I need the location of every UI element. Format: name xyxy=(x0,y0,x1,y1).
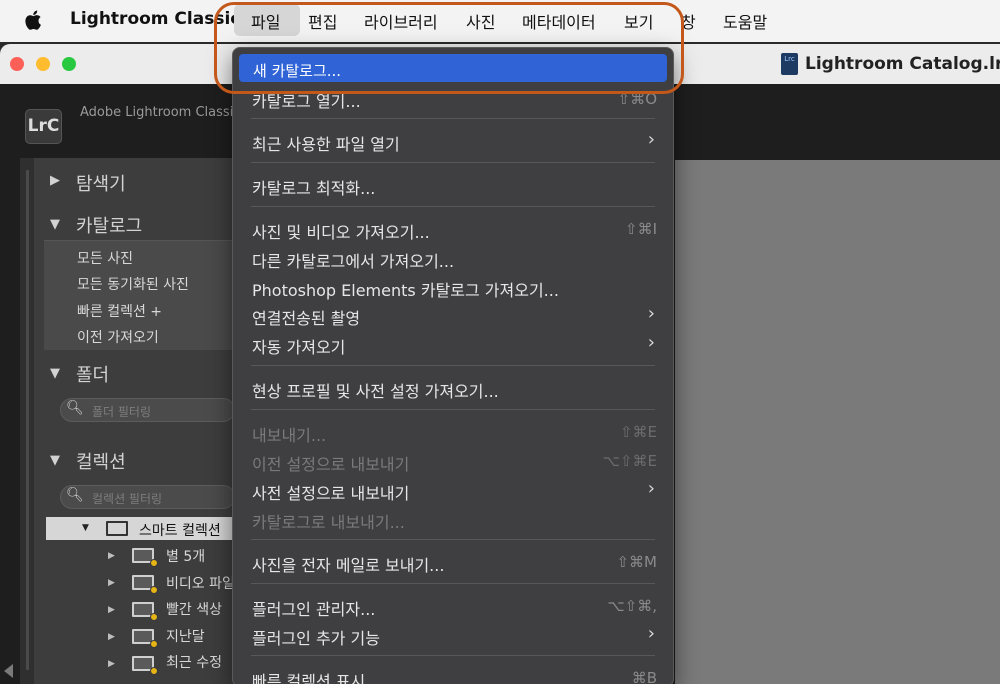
import-shortcut: ⇧⌘I xyxy=(625,220,657,238)
folders-header[interactable]: 폴더 xyxy=(76,361,109,387)
top-panel xyxy=(675,84,1000,160)
navigator-header[interactable]: 탐색기 xyxy=(76,170,126,196)
annotation-highlight xyxy=(214,2,684,94)
menu-plugin-manager[interactable]: 플러그인 관리자... xyxy=(252,596,375,620)
disclosure-icon[interactable]: ▶ xyxy=(108,632,115,642)
menu-separator xyxy=(251,655,655,656)
disclosure-icon[interactable]: ▶ xyxy=(108,605,115,615)
chevron-right-icon: › xyxy=(647,623,655,644)
smart-collection-icon xyxy=(132,575,158,594)
menu-auto-import[interactable]: 자동 가져오기 xyxy=(252,334,345,358)
catalog-collapse-icon[interactable]: ▼ xyxy=(50,217,60,232)
smart-collection-icon xyxy=(132,548,158,567)
menu-separator xyxy=(251,206,655,207)
smart-item-red-label[interactable]: 빨간 색상 xyxy=(166,599,222,619)
show-quick-shortcut: ⌘B xyxy=(631,669,657,684)
menu-import-photos[interactable]: 사진 및 비디오 가져오기... xyxy=(252,219,430,243)
gear-icon xyxy=(150,559,158,567)
lrc-logo: LrC xyxy=(25,109,62,144)
gear-icon xyxy=(150,586,158,594)
menu-export-as-catalog[interactable]: 카탈로그로 내보내기... xyxy=(252,509,405,533)
export-previous-shortcut: ⌥⇧⌘E xyxy=(602,452,657,470)
search-icon: 🔍︎ xyxy=(66,400,84,416)
collections-collapse-icon[interactable]: ▼ xyxy=(50,453,60,468)
menu-export[interactable]: 내보내기... xyxy=(252,422,326,446)
smart-item-past-month[interactable]: 지난달 xyxy=(166,626,205,646)
smart-collection-disclosure-icon[interactable]: ▼ xyxy=(82,523,89,533)
gear-icon xyxy=(150,640,158,648)
menu-export-with-preset[interactable]: 사전 설정으로 내보내기 xyxy=(252,480,409,504)
menu-import-profiles[interactable]: 현상 프로필 및 사전 설정 가져오기... xyxy=(252,378,499,402)
menu-separator xyxy=(251,162,655,163)
folders-collapse-icon[interactable]: ▼ xyxy=(50,366,60,381)
collections-search-placeholder: 컬렉션 필터링 xyxy=(92,492,163,506)
catalog-item-quick-collection[interactable]: 빠른 컬렉션 + xyxy=(77,301,162,321)
menu-import-from-catalog[interactable]: 다른 카탈로그에서 가져오기... xyxy=(252,248,454,272)
window-title: Lightroom Catalog.lrca xyxy=(805,54,1000,74)
menu-separator xyxy=(251,409,655,410)
navigator-expand-icon[interactable]: ▶ xyxy=(50,173,60,188)
smart-item-video-files[interactable]: 비디오 파일 xyxy=(166,573,235,593)
menu-separator xyxy=(251,583,655,584)
chevron-right-icon: › xyxy=(647,478,655,499)
app-title: Adobe Lightroom Classic xyxy=(80,105,241,120)
apple-icon[interactable] xyxy=(24,9,44,31)
plugin-manager-shortcut: ⌥⇧⌘, xyxy=(607,597,657,615)
catalog-item-previous-import[interactable]: 이전 가져오기 xyxy=(77,327,159,347)
collections-header[interactable]: 컬렉션 xyxy=(76,448,126,474)
menu-separator xyxy=(251,365,655,366)
menu-optimize-catalog[interactable]: 카탈로그 최적화... xyxy=(252,175,375,199)
catalog-header[interactable]: 카탈로그 xyxy=(76,212,142,238)
email-shortcut: ⇧⌘M xyxy=(616,553,657,571)
collection-set-icon xyxy=(106,521,128,536)
menu-open-recent[interactable]: 최근 사용한 파일 열기 xyxy=(252,131,400,155)
menu-help[interactable]: 도움말 xyxy=(723,9,767,33)
menu-separator xyxy=(251,118,655,119)
chevron-right-icon: › xyxy=(647,303,655,324)
smart-item-recently-modified[interactable]: 최근 수정 xyxy=(166,652,222,672)
menu-import-elements-catalog[interactable]: Photoshop Elements 카탈로그 가져오기... xyxy=(252,277,559,301)
grid-view-area xyxy=(675,160,1000,684)
smart-collection-icon xyxy=(132,602,158,621)
minimize-window-button[interactable] xyxy=(36,57,50,71)
zoom-window-button[interactable] xyxy=(62,57,76,71)
catalog-file-icon: Lrc xyxy=(781,53,798,75)
chevron-right-icon: › xyxy=(647,332,655,353)
menu-plugin-extras[interactable]: 플러그인 추가 기능 xyxy=(252,625,380,649)
menu-show-quick-collection[interactable]: 빠른 컬렉션 표시 xyxy=(252,668,365,684)
smart-collection-icon xyxy=(132,629,158,648)
close-window-button[interactable] xyxy=(10,57,24,71)
smart-collection-icon xyxy=(132,656,158,675)
menu-export-previous[interactable]: 이전 설정으로 내보내기 xyxy=(252,451,409,475)
menu-email-photos[interactable]: 사진을 전자 메일로 보내기... xyxy=(252,552,444,576)
disclosure-icon[interactable]: ▶ xyxy=(108,578,115,588)
disclosure-icon[interactable]: ▶ xyxy=(108,551,115,561)
smart-collection-label: 스마트 컬렉션 xyxy=(139,523,221,539)
search-icon: 🔍︎ xyxy=(66,487,84,503)
folders-search-placeholder: 폴더 필터링 xyxy=(92,405,152,419)
disclosure-icon[interactable]: ▶ xyxy=(108,659,115,669)
gear-icon xyxy=(150,613,158,621)
menu-tethered-capture[interactable]: 연결전송된 촬영 xyxy=(252,305,360,329)
left-panel-scrollbar[interactable] xyxy=(26,170,29,670)
smart-item-5-stars[interactable]: 별 5개 xyxy=(166,546,205,566)
left-panel-collapse-icon[interactable] xyxy=(4,664,13,678)
export-shortcut: ⇧⌘E xyxy=(619,423,657,441)
gear-icon xyxy=(150,667,158,675)
catalog-item-all-photos[interactable]: 모든 사진 xyxy=(77,248,133,268)
menu-separator xyxy=(251,539,655,540)
catalog-item-synced-photos[interactable]: 모든 동기화된 사진 xyxy=(77,274,189,294)
chevron-right-icon: › xyxy=(647,129,655,150)
file-menu-dropdown: 카탈로그 열기... ⇧⌘O 새 카탈로그... 최근 사용한 파일 열기 › … xyxy=(232,47,674,684)
